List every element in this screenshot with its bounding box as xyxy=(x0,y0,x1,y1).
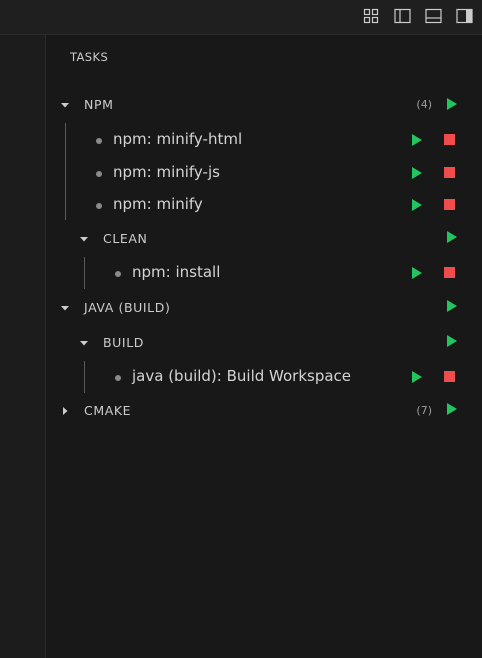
run-group-icon[interactable] xyxy=(445,230,459,244)
group-npm[interactable]: NPM (4) xyxy=(46,90,482,120)
run-group-icon[interactable] xyxy=(445,334,459,348)
task-count: (7) xyxy=(416,404,432,417)
stop-task-icon[interactable] xyxy=(444,267,458,281)
group-java-build[interactable]: JAVA (BUILD) xyxy=(46,293,482,323)
toggle-primary-sidebar-icon[interactable] xyxy=(392,6,412,26)
task-label: npm: minify-js xyxy=(113,163,220,181)
group-label: BUILD xyxy=(103,335,145,350)
run-group-icon[interactable] xyxy=(445,299,459,313)
group-cmake[interactable]: CMAKE (7) xyxy=(46,396,482,426)
stop-task-icon[interactable] xyxy=(444,199,458,213)
panel-title: TASKS xyxy=(70,50,109,64)
chevron-right-icon[interactable] xyxy=(60,406,70,416)
run-group-icon[interactable] xyxy=(445,402,459,416)
tasks-panel: TASKS NPM (4) npm: minify-html npm: mini… xyxy=(46,35,482,658)
layout-grid-icon[interactable] xyxy=(361,6,381,26)
run-task-icon[interactable] xyxy=(410,266,424,280)
run-task-icon[interactable] xyxy=(410,133,424,147)
task-row[interactable]: npm: minify xyxy=(46,190,482,220)
task-label: npm: install xyxy=(132,263,221,281)
activity-bar xyxy=(0,35,46,658)
task-label: npm: minify xyxy=(113,195,203,213)
toggle-panel-icon[interactable] xyxy=(423,6,443,26)
group-clean[interactable]: CLEAN xyxy=(46,224,482,254)
run-task-icon[interactable] xyxy=(410,198,424,212)
chevron-down-icon[interactable] xyxy=(60,100,70,110)
group-build[interactable]: BUILD xyxy=(46,328,482,358)
task-icon xyxy=(115,271,121,277)
task-icon xyxy=(115,375,121,381)
stop-task-icon[interactable] xyxy=(444,134,458,148)
chevron-down-icon[interactable] xyxy=(79,338,89,348)
task-row[interactable]: npm: minify-html xyxy=(46,125,482,155)
toggle-secondary-sidebar-icon[interactable] xyxy=(454,6,474,26)
task-label: java (build): Build Workspace xyxy=(132,367,352,385)
task-row[interactable]: npm: install xyxy=(46,258,482,288)
chevron-down-icon[interactable] xyxy=(79,234,89,244)
task-row[interactable]: java (build): Build Workspace xyxy=(46,362,482,392)
stop-task-icon[interactable] xyxy=(444,167,458,181)
task-icon xyxy=(96,138,102,144)
task-icon xyxy=(96,171,102,177)
chevron-down-icon[interactable] xyxy=(60,303,70,313)
task-row[interactable]: npm: minify-js xyxy=(46,158,482,188)
group-label: NPM xyxy=(84,97,114,112)
task-count: (4) xyxy=(416,98,432,111)
run-group-icon[interactable] xyxy=(445,97,459,111)
run-task-icon[interactable] xyxy=(410,370,424,384)
group-label: CLEAN xyxy=(103,231,148,246)
run-task-icon[interactable] xyxy=(410,166,424,180)
task-label: npm: minify-html xyxy=(113,130,243,148)
stop-task-icon[interactable] xyxy=(444,371,458,385)
group-label: JAVA (BUILD) xyxy=(84,300,171,315)
task-icon xyxy=(96,203,102,209)
title-bar xyxy=(0,0,482,35)
group-label: CMAKE xyxy=(84,403,132,418)
